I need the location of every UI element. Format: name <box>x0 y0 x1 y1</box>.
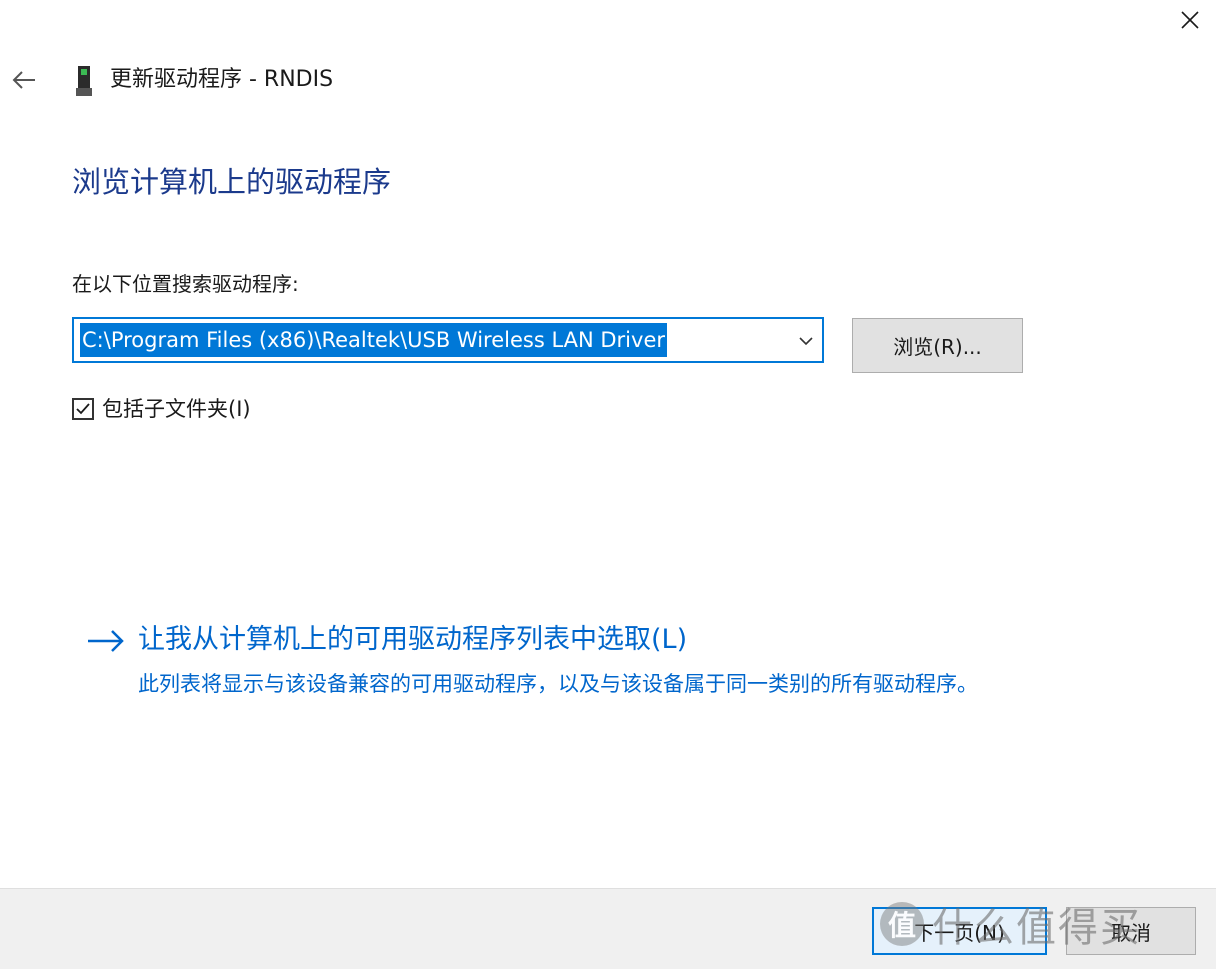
include-subfolders-label: 包括子文件夹(I) <box>102 397 251 421</box>
update-driver-dialog: 更新驱动程序 - RNDIS 浏览计算机上的驱动程序 在以下位置搜索驱动程序: … <box>0 0 1216 969</box>
next-button[interactable]: 下一页(N) <box>872 907 1047 955</box>
close-button[interactable] <box>1168 0 1212 40</box>
usb-device-icon <box>76 66 92 96</box>
back-button[interactable] <box>6 62 42 98</box>
driver-path-combobox[interactable]: C:\Program Files (x86)\Realtek\USB Wirel… <box>72 317 824 363</box>
chevron-down-icon[interactable] <box>796 331 816 351</box>
include-subfolders-checkbox[interactable] <box>72 398 94 420</box>
search-location-label: 在以下位置搜索驱动程序: <box>72 272 299 296</box>
page-heading: 浏览计算机上的驱动程序 <box>72 165 392 199</box>
dialog-title: 更新驱动程序 - RNDIS <box>110 67 334 92</box>
back-arrow-icon <box>12 71 35 89</box>
include-subfolders-option[interactable]: 包括子文件夹(I) <box>72 394 251 424</box>
driver-path-value[interactable]: C:\Program Files (x86)\Realtek\USB Wirel… <box>80 323 667 357</box>
footer-bar: 下一页(N) 取消 <box>0 888 1216 969</box>
pick-from-list-description: 此列表将显示与该设备兼容的可用驱动程序，以及与该设备属于同一类别的所有驱动程序。 <box>138 672 978 696</box>
close-icon <box>1181 11 1199 29</box>
checkmark-icon <box>76 403 90 415</box>
pick-from-list-title[interactable]: 让我从计算机上的可用驱动程序列表中选取(L) <box>138 620 687 660</box>
arrow-right-icon <box>88 630 124 652</box>
cancel-button[interactable]: 取消 <box>1066 907 1196 955</box>
browse-button[interactable]: 浏览(R)... <box>852 318 1023 373</box>
